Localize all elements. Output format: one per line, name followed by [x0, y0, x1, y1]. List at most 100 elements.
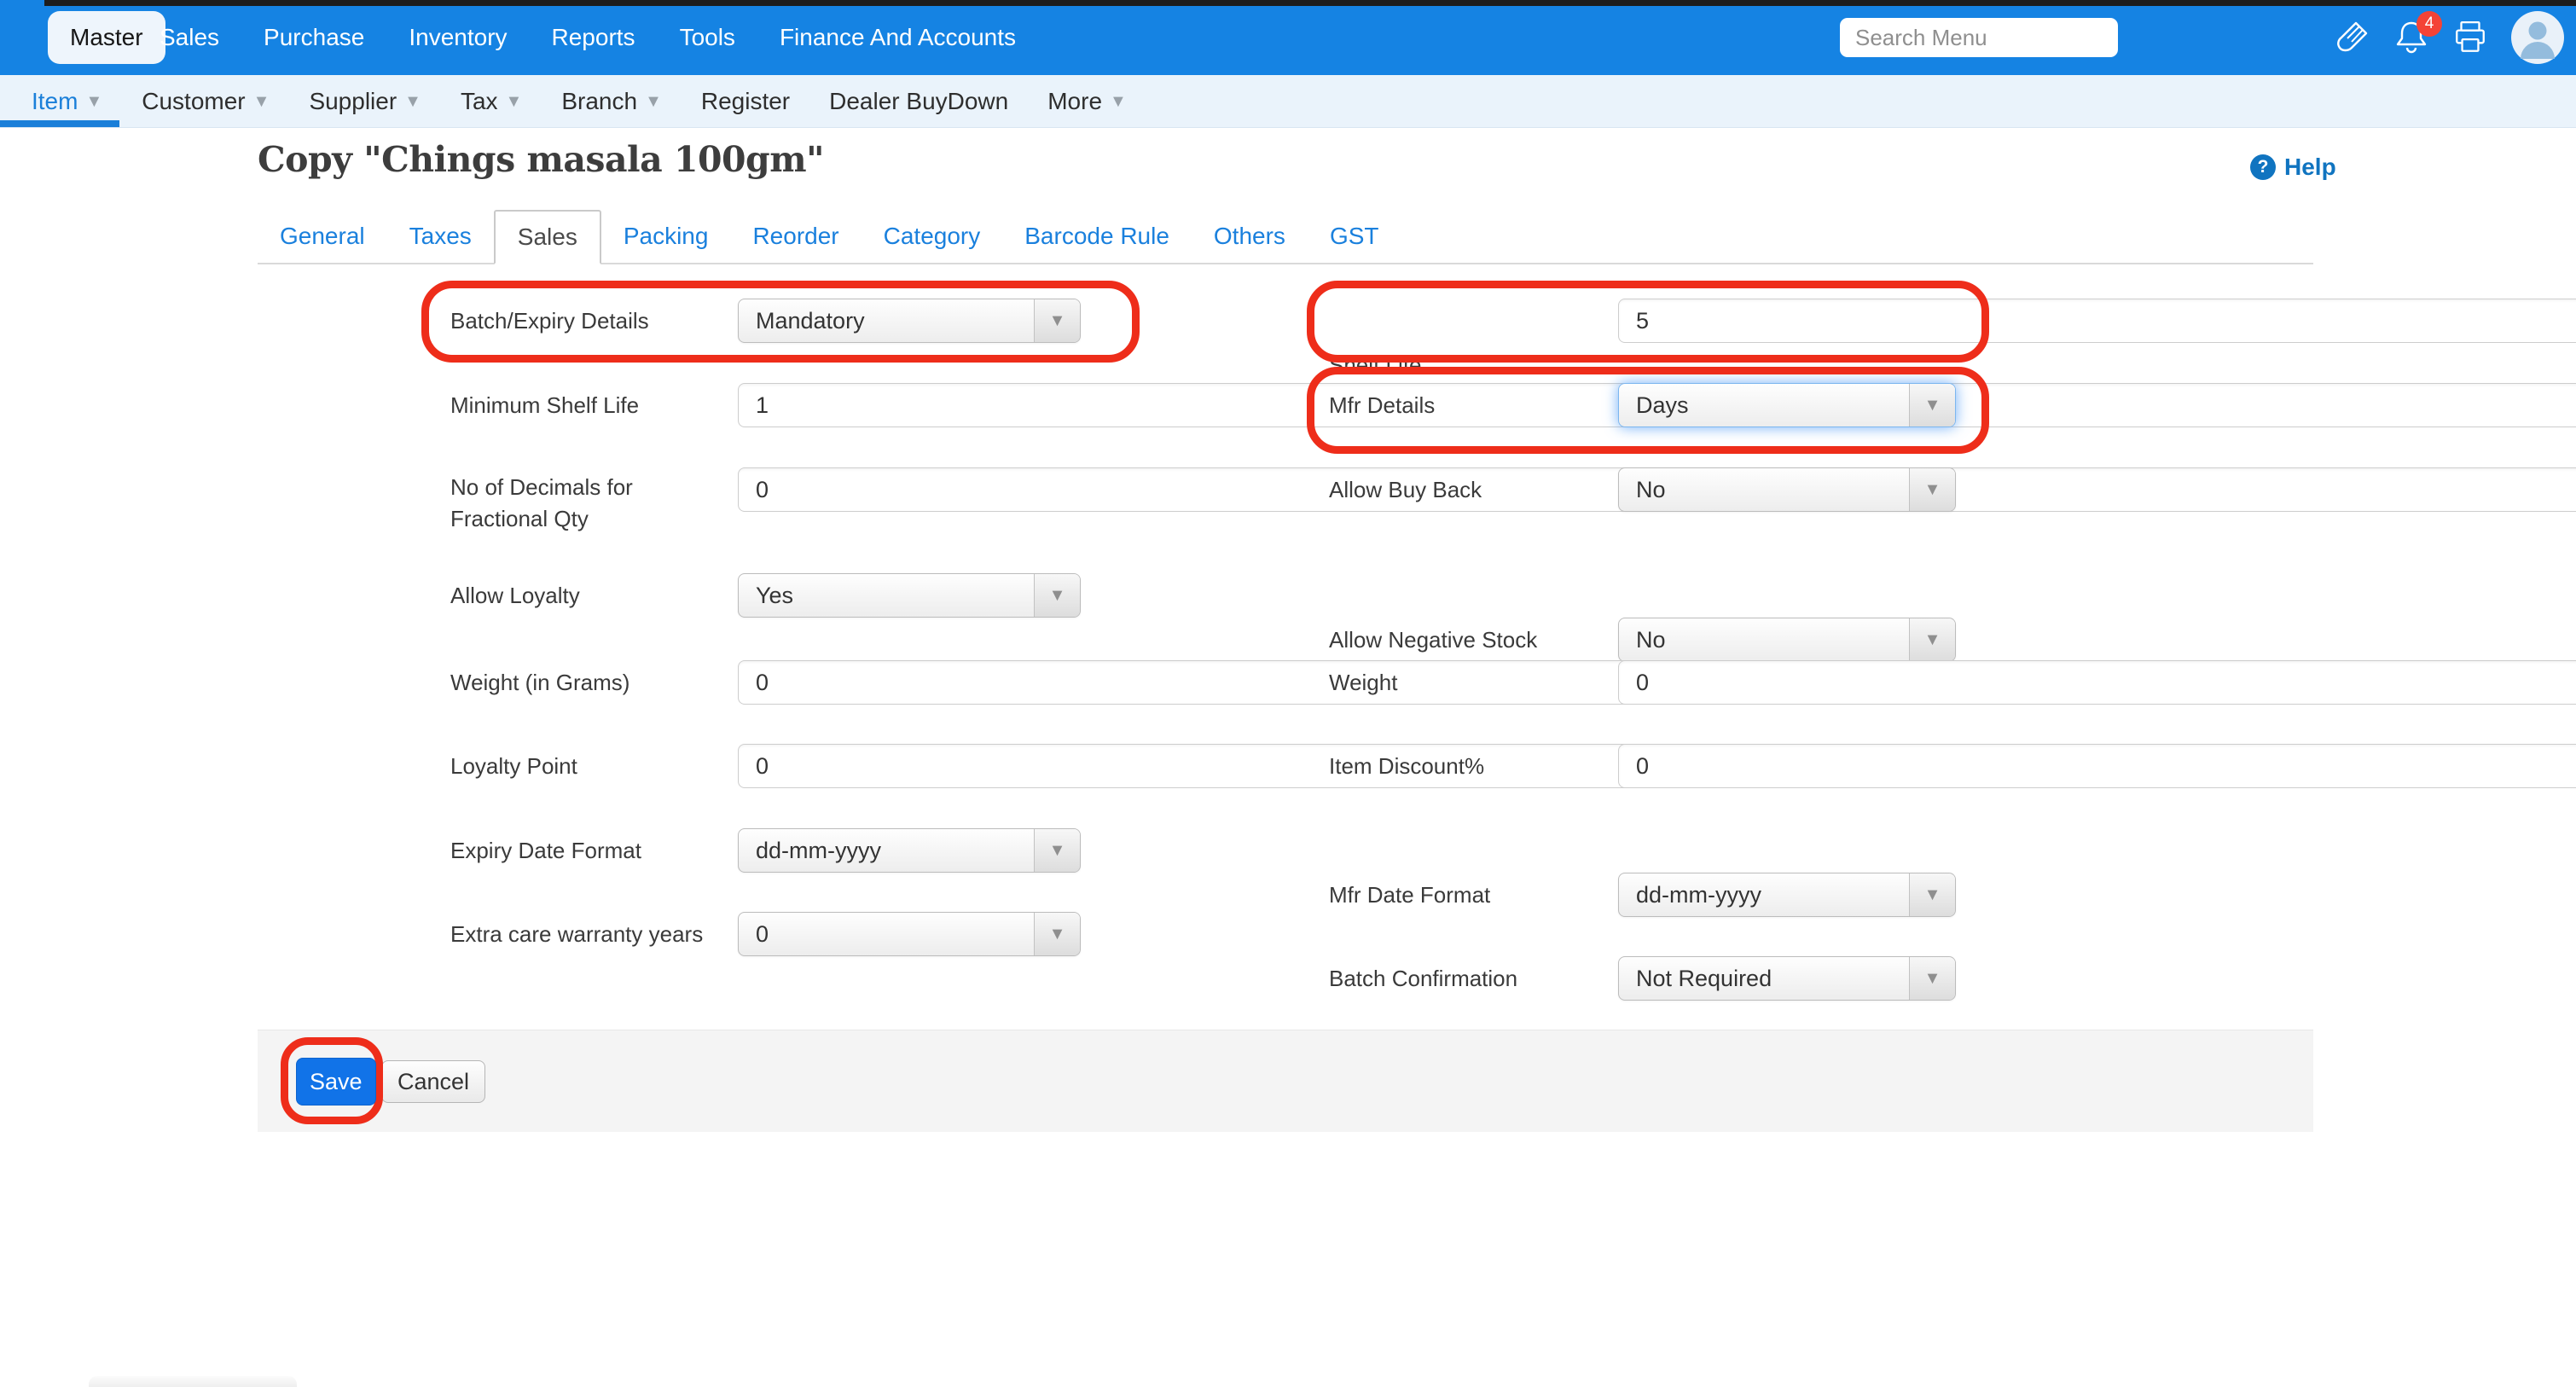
form-row: Extra care warranty years 0 ▼ Batch Conf… — [258, 912, 2313, 956]
chevron-down-icon: ▼ — [1909, 873, 1955, 916]
field-label: Extra care warranty years — [450, 912, 715, 956]
tab-gst[interactable]: GST — [1308, 210, 1401, 263]
chevron-down-icon: ▼ — [1909, 384, 1955, 427]
window-edge — [44, 0, 2576, 6]
allow-buy-back-select[interactable]: No ▼ — [1618, 467, 1956, 512]
shelf-life-input[interactable] — [1618, 299, 2576, 343]
field-label: Loyalty Point — [450, 744, 715, 788]
cancel-button[interactable]: Cancel — [381, 1060, 485, 1103]
subnav-item[interactable]: Item ▼ — [32, 88, 102, 115]
nav-master-button[interactable]: Master — [48, 11, 165, 64]
subnav-more[interactable]: More ▼ — [1047, 88, 1127, 115]
tab-category[interactable]: Category — [862, 210, 1003, 263]
nav-finance-and-accounts[interactable]: Finance And Accounts — [780, 24, 1016, 51]
subnav-branch[interactable]: Branch ▼ — [561, 88, 662, 115]
expiry-date-format-select[interactable]: dd-mm-yyyy ▼ — [738, 828, 1081, 873]
chevron-down-icon: ▼ — [85, 93, 102, 110]
subnav-tax[interactable]: Tax ▼ — [461, 88, 522, 115]
select-value: Days — [1619, 384, 1955, 427]
chevron-down-icon: ▼ — [253, 93, 270, 110]
tab-taxes[interactable]: Taxes — [387, 210, 494, 263]
subnav-label: Tax — [461, 88, 498, 115]
printer-icon[interactable] — [2452, 20, 2488, 55]
mfr-details-select[interactable]: Days ▼ — [1618, 383, 1956, 427]
form-row: Batch/Expiry Details Mandatory ▼ Shelf L… — [258, 299, 2313, 343]
chevron-down-icon: ▼ — [1034, 913, 1080, 955]
nav-sales[interactable]: Sales — [160, 24, 219, 51]
mfr-date-format-select[interactable]: dd-mm-yyyy ▼ — [1618, 873, 1956, 917]
tab-general[interactable]: General — [258, 210, 387, 263]
field-label: Batch Confirmation — [1329, 956, 1610, 1001]
primary-menu: Sales Purchase Inventory Reports Tools F… — [160, 0, 1016, 75]
field-label: Allow Negative Stock — [1329, 618, 1610, 662]
chevron-down-icon: ▼ — [1034, 299, 1080, 342]
nav-tools[interactable]: Tools — [680, 24, 735, 51]
subnav-customer[interactable]: Customer ▼ — [142, 88, 270, 115]
allow-negative-stock-select[interactable]: No ▼ — [1618, 618, 1956, 662]
user-avatar[interactable] — [2510, 10, 2565, 65]
chevron-down-icon: ▼ — [1034, 574, 1080, 617]
subnav-dealer-buydown[interactable]: Dealer BuyDown — [829, 88, 1008, 115]
secondary-navbar: Item ▼ Customer ▼ Supplier ▼ Tax ▼ Branc… — [0, 75, 2576, 128]
field-label: Allow Loyalty — [450, 573, 715, 618]
chevron-down-icon: ▼ — [645, 93, 662, 110]
field-label: Batch/Expiry Details — [450, 299, 715, 343]
chevron-down-icon: ▼ — [1909, 618, 1955, 661]
active-nav-indicator — [0, 120, 119, 127]
field-label: Shelf Life — [1329, 343, 1610, 387]
topbar-icons: 4 — [2333, 0, 2565, 75]
tab-strip: General Taxes Sales Packing Reorder Cate… — [258, 209, 2313, 264]
nav-reports[interactable]: Reports — [552, 24, 635, 51]
footer-action-bar — [258, 1030, 2313, 1132]
tooltip-stub — [89, 1376, 297, 1387]
batch-expiry-details-select[interactable]: Mandatory ▼ — [738, 299, 1081, 343]
select-value: No — [1619, 618, 1955, 661]
form-row: No of Decimals for Fractional Qty Allow … — [258, 467, 2313, 512]
chevron-down-icon: ▼ — [1034, 829, 1080, 872]
notification-badge: 4 — [2416, 11, 2442, 37]
form-row: Loyalty Point Item Discount% — [258, 744, 2313, 788]
subnav-supplier[interactable]: Supplier ▼ — [309, 88, 421, 115]
chevron-down-icon: ▼ — [506, 93, 523, 110]
select-value: Yes — [739, 574, 1080, 617]
tab-others[interactable]: Others — [1192, 210, 1308, 263]
page-title: Copy "Chings masala 100gm" — [258, 139, 824, 180]
help-question-icon: ? — [2250, 154, 2276, 180]
form-row: Expiry Date Format dd-mm-yyyy ▼ Mfr Date… — [258, 828, 2313, 873]
subnav-label: Supplier — [309, 88, 397, 115]
help-link[interactable]: ? Help — [2250, 154, 2336, 181]
batch-confirmation-select[interactable]: Not Required ▼ — [1618, 956, 1956, 1001]
weight-input[interactable] — [1618, 660, 2576, 705]
subnav-label: Item — [32, 88, 78, 115]
tab-barcode-rule[interactable]: Barcode Rule — [1002, 210, 1192, 263]
field-label: Expiry Date Format — [450, 828, 715, 873]
select-value: 0 — [739, 913, 1080, 955]
subnav-register[interactable]: Register — [701, 88, 790, 115]
field-label: Mfr Details — [1329, 383, 1610, 427]
theme-brush-icon[interactable] — [2333, 19, 2370, 56]
primary-navbar: Master Sales Purchase Inventory Reports … — [0, 0, 2576, 75]
save-button[interactable]: Save — [296, 1058, 376, 1106]
field-label: No of Decimals for Fractional Qty — [450, 467, 664, 535]
item-discount-input[interactable] — [1618, 744, 2576, 788]
nav-inventory[interactable]: Inventory — [409, 24, 507, 51]
subnav-label: Dealer BuyDown — [829, 88, 1008, 115]
subnav-label: Branch — [561, 88, 637, 115]
tab-packing[interactable]: Packing — [601, 210, 731, 263]
subnav-label: Customer — [142, 88, 245, 115]
field-label: Minimum Shelf Life — [450, 383, 715, 427]
field-label: Weight (in Grams) — [450, 660, 715, 705]
select-value: No — [1619, 468, 1955, 511]
tab-sales[interactable]: Sales — [494, 210, 601, 264]
extra-care-warranty-select[interactable]: 0 ▼ — [738, 912, 1081, 956]
tab-reorder[interactable]: Reorder — [730, 210, 861, 263]
nav-purchase[interactable]: Purchase — [264, 24, 364, 51]
chevron-down-icon: ▼ — [1909, 957, 1955, 1000]
help-label: Help — [2284, 154, 2336, 181]
subnav-label: More — [1047, 88, 1102, 115]
notifications-bell-icon[interactable]: 4 — [2393, 20, 2430, 55]
search-input[interactable] — [1840, 18, 2118, 57]
allow-loyalty-select[interactable]: Yes ▼ — [738, 573, 1081, 618]
subnav-label: Register — [701, 88, 790, 115]
field-label: Mfr Date Format — [1329, 873, 1610, 917]
